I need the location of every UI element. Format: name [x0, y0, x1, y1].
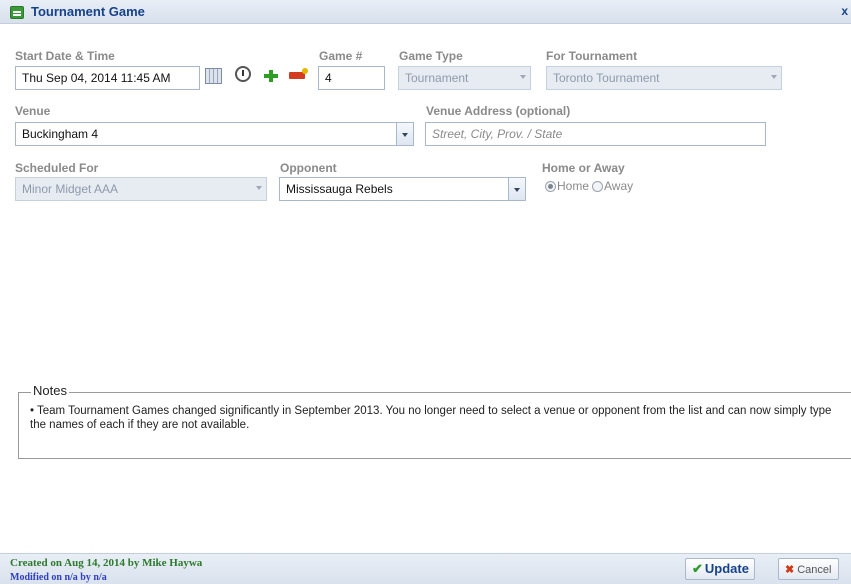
opponent-label: Opponent [280, 161, 337, 175]
venue-address-input[interactable]: Street, City, Prov. / State [425, 122, 766, 146]
clock-icon[interactable] [235, 66, 251, 82]
game-number-input[interactable]: 4 [318, 66, 385, 90]
scheduled-for-label: Scheduled For [15, 161, 99, 175]
venue-address-label: Venue Address (optional) [426, 104, 571, 118]
opponent-dropdown-trigger[interactable] [509, 177, 526, 201]
title-bar: Tournament Game x [0, 0, 851, 24]
home-radio[interactable] [545, 181, 556, 192]
game-type-select: Tournament [398, 66, 531, 90]
for-tournament-value: Toronto Tournament [553, 71, 660, 85]
cancel-button-label: Cancel [797, 564, 832, 576]
update-button-label: Update [704, 561, 749, 576]
start-date-input[interactable]: Thu Sep 04, 2014 11:45 AM [15, 66, 200, 90]
created-info: Created on Aug 14, 2014 by Mike Haywa [10, 557, 203, 569]
game-type-label: Game Type [399, 49, 463, 63]
game-number-label: Game # [319, 49, 363, 63]
close-button[interactable]: x [841, 4, 848, 18]
chevron-down-icon [771, 75, 777, 79]
add-icon[interactable] [264, 70, 278, 82]
venue-input[interactable]: Buckingham 4 [15, 122, 397, 146]
scheduled-for-value: Minor Midget AAA [22, 182, 119, 196]
away-radio[interactable] [592, 181, 603, 192]
venue-label: Venue [15, 104, 51, 118]
for-tournament-select: Toronto Tournament [546, 66, 782, 90]
calendar-icon[interactable] [205, 68, 222, 84]
start-date-label: Start Date & Time [15, 49, 115, 63]
window-title: Tournament Game [31, 4, 145, 19]
venue-dropdown-trigger[interactable] [397, 122, 414, 146]
away-radio-label: Away [604, 179, 634, 193]
notes-legend: Notes [31, 383, 69, 398]
opponent-input[interactable]: Mississauga Rebels [279, 177, 509, 201]
cancel-button[interactable]: ✖ Cancel [778, 558, 839, 580]
home-away-label: Home or Away [542, 161, 625, 175]
chevron-down-icon [520, 75, 526, 79]
remove-icon[interactable] [289, 68, 308, 79]
game-type-value: Tournament [405, 71, 469, 85]
chevron-down-icon [256, 186, 262, 190]
modified-info: Modified on n/a by n/a [10, 572, 107, 583]
for-tournament-label: For Tournament [546, 49, 638, 63]
form-icon [10, 6, 24, 19]
cancel-x-icon: ✖ [785, 564, 795, 576]
update-button[interactable]: ✔ Update [685, 558, 755, 580]
scheduled-for-select: Minor Midget AAA [15, 177, 267, 201]
home-radio-label: Home [557, 179, 590, 193]
notes-text: • Team Tournament Games changed signific… [30, 405, 832, 431]
check-icon: ✔ [692, 561, 703, 576]
